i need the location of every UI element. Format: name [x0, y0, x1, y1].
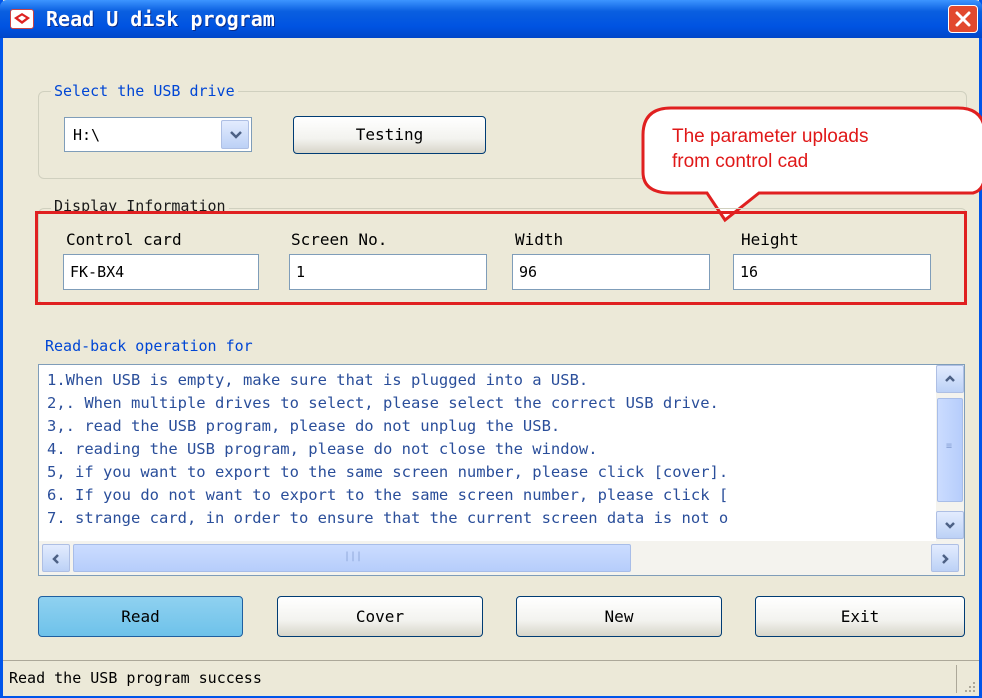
callout-text: The parameter uploads from control cad: [672, 124, 972, 174]
status-bar: Read the USB program success: [3, 660, 979, 696]
scroll-left-button[interactable]: [42, 544, 70, 572]
exit-button[interactable]: Exit: [755, 596, 965, 637]
callout-line-1: The parameter uploads: [672, 126, 869, 147]
highlight-box: [35, 211, 967, 305]
instruction-line: 4. reading the USB program, please do no…: [47, 440, 598, 458]
cover-button[interactable]: Cover: [277, 596, 483, 637]
vertical-scroll-thumb[interactable]: ≡: [937, 398, 963, 502]
chevron-down-icon: [945, 522, 955, 529]
instruction-line: 1.When USB is empty, make sure that is p…: [47, 371, 589, 389]
readback-instructions-textarea[interactable]: 1.When USB is empty, make sure that is p…: [38, 364, 965, 576]
chevron-up-icon: [945, 375, 955, 382]
dropdown-arrow-button[interactable]: [221, 120, 249, 149]
vertical-scrollbar[interactable]: ≡: [936, 365, 964, 541]
new-button[interactable]: New: [516, 596, 722, 637]
horizontal-scroll-thumb[interactable]: |||: [73, 544, 631, 572]
chevron-left-icon: [52, 554, 59, 564]
read-button[interactable]: Read: [38, 596, 243, 637]
status-text: Read the USB program success: [9, 669, 262, 687]
instruction-line: 5, if you want to export to the same scr…: [47, 463, 729, 481]
usb-drive-legend: Select the USB drive: [51, 82, 238, 100]
usb-drive-value: H:\: [73, 126, 101, 144]
title-bar[interactable]: Read U disk program: [0, 0, 982, 38]
chevron-right-icon: [942, 554, 949, 564]
status-divider: [956, 665, 957, 693]
scroll-down-button[interactable]: [936, 511, 964, 539]
grip-icon: ≡: [946, 441, 953, 452]
readback-legend: Read-back operation for: [42, 337, 256, 355]
app-icon: [10, 9, 34, 29]
read-u-disk-window: Read U disk program Select the USB drive…: [0, 0, 982, 698]
testing-button[interactable]: Testing: [293, 116, 486, 154]
usb-drive-select[interactable]: H:\: [64, 117, 252, 152]
horizontal-scrollbar[interactable]: |||: [39, 541, 964, 575]
instruction-line: 3,. read the USB program, please do not …: [47, 417, 561, 435]
window-title: Read U disk program: [46, 7, 275, 31]
grip-icon: |||: [344, 551, 363, 562]
scroll-up-button[interactable]: [936, 365, 964, 393]
resize-grip-icon[interactable]: [961, 678, 977, 694]
scroll-right-button[interactable]: [931, 544, 959, 572]
instruction-line: 7. strange card, in order to ensure that…: [47, 509, 729, 527]
close-icon: [955, 11, 971, 27]
close-button[interactable]: [948, 5, 978, 33]
callout-line-2: from control cad: [672, 151, 809, 172]
instruction-line: 6. If you do not want to export to the s…: [47, 486, 729, 504]
instruction-line: 2,. When multiple drives to select, plea…: [47, 394, 719, 412]
chevron-down-icon: [230, 131, 242, 139]
